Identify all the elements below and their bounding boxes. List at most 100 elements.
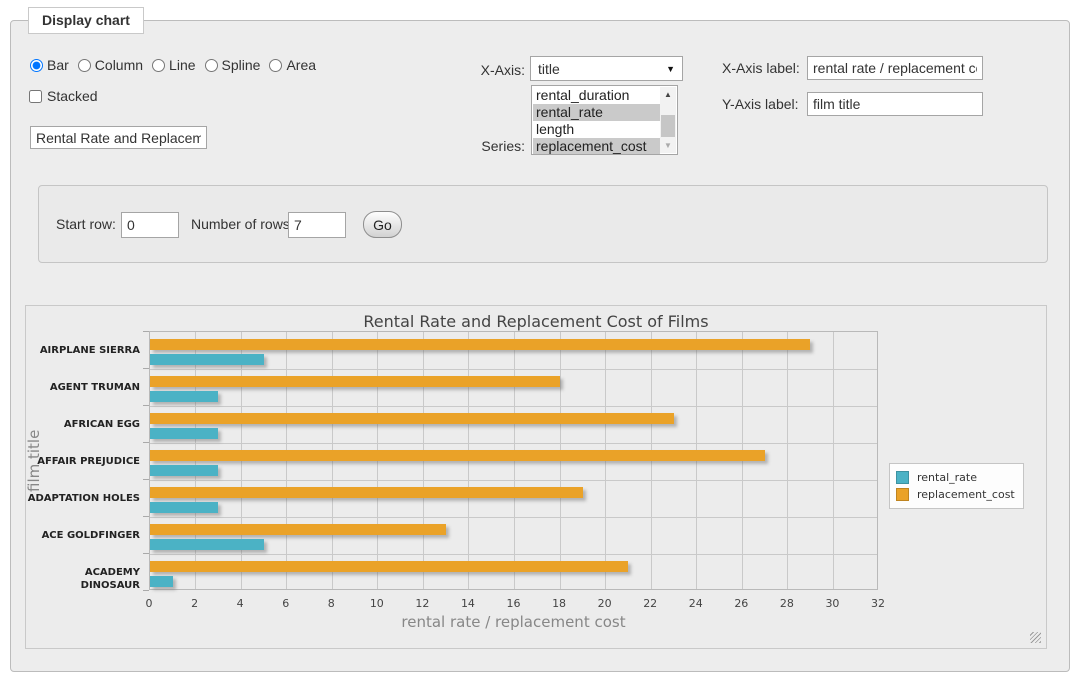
x-tick-label: 12 (407, 597, 437, 610)
bar-replacement_cost (150, 450, 765, 461)
chart-type-option-area[interactable]: Area (269, 57, 316, 73)
x-tick-label: 2 (180, 597, 210, 610)
chart-type-label: Spline (222, 57, 261, 73)
scrollbar-up-arrow-icon[interactable]: ▲ (660, 87, 676, 102)
bar-replacement_cost (150, 524, 446, 535)
start-row-label: Start row: (56, 216, 116, 232)
chart-title: Rental Rate and Replacement Cost of Film… (26, 312, 1046, 331)
y-axis-tick (143, 553, 149, 554)
chart-x-axis-label: rental rate / replacement cost (149, 613, 878, 631)
stacked-checkbox-row[interactable]: Stacked (29, 88, 98, 104)
x-tick-label: 14 (453, 597, 483, 610)
start-row-input[interactable] (121, 212, 179, 238)
x-axis-label-label: X-Axis label: (722, 60, 800, 76)
bar-rental_rate (150, 465, 218, 476)
rows-panel: Start row: Number of rows: Go (38, 185, 1048, 263)
chart-resize-handle-icon[interactable] (1030, 632, 1041, 643)
series-option-rental_duration[interactable]: rental_duration (533, 87, 660, 104)
gridline (150, 406, 877, 407)
x-tick-label: 6 (271, 597, 301, 610)
chart-type-label: Bar (47, 57, 69, 73)
chart-type-radio-line[interactable] (152, 59, 165, 72)
bar-rental_rate (150, 576, 173, 587)
x-axis-select[interactable]: title ▼ (530, 56, 683, 81)
category-label: ADAPTATION HOLES (26, 492, 140, 505)
chart-title-input[interactable] (30, 126, 207, 149)
bar-replacement_cost (150, 487, 583, 498)
bar-replacement_cost (150, 376, 560, 387)
chart-type-radio-group: Bar Column Line Spline Area (30, 57, 325, 73)
chart-type-option-column[interactable]: Column (78, 57, 143, 73)
y-axis-label-input[interactable] (807, 92, 983, 116)
x-tick-label: 26 (726, 597, 756, 610)
bar-replacement_cost (150, 413, 674, 424)
gridline (787, 332, 788, 589)
go-button[interactable]: Go (363, 211, 402, 238)
category-label: AGENT TRUMAN (26, 381, 140, 394)
x-tick-label: 20 (590, 597, 620, 610)
stacked-label: Stacked (47, 88, 98, 104)
x-tick-label: 10 (362, 597, 392, 610)
legend-swatch (896, 471, 909, 484)
x-tick-label: 4 (225, 597, 255, 610)
chart-type-radio-area[interactable] (269, 59, 282, 72)
x-axis-select-label: X-Axis: (445, 62, 525, 78)
chart-plot-area (149, 331, 878, 590)
bar-rental_rate (150, 539, 264, 550)
y-axis-label-label: Y-Axis label: (722, 96, 799, 112)
bar-replacement_cost (150, 561, 628, 572)
chart: Rental Rate and Replacement Cost of Film… (25, 305, 1047, 649)
chart-type-radio-bar[interactable] (30, 59, 43, 72)
y-axis-tick (143, 331, 149, 332)
gridline (150, 369, 877, 370)
gridline (150, 443, 877, 444)
chart-type-label: Column (95, 57, 143, 73)
legend-item-replacement_cost: replacement_cost (896, 486, 1015, 503)
series-option-rental_rate[interactable]: rental_rate (533, 104, 660, 121)
scrollbar-thumb[interactable] (661, 115, 675, 137)
bar-replacement_cost (150, 339, 810, 350)
chart-type-option-bar[interactable]: Bar (30, 57, 69, 73)
series-option-replacement_cost[interactable]: replacement_cost (533, 138, 660, 155)
series-options: rental_durationrental_ratelengthreplacem… (533, 87, 660, 155)
scrollbar-down-arrow-icon[interactable]: ▼ (660, 138, 676, 153)
series-listbox-scrollbar[interactable]: ▲ ▼ (660, 87, 676, 153)
x-tick-label: 18 (544, 597, 574, 610)
gridline (150, 554, 877, 555)
chart-type-label: Line (169, 57, 195, 73)
legend-label: rental_rate (917, 471, 977, 484)
page: Display chart Bar Column Line Spline Area St… (0, 0, 1081, 681)
series-option-length[interactable]: length (533, 121, 660, 138)
category-label: AIRPLANE SIERRA (26, 344, 140, 357)
chart-type-label: Area (286, 57, 316, 73)
stacked-checkbox[interactable] (29, 90, 42, 103)
x-tick-label: 24 (681, 597, 711, 610)
x-axis-select-value: title (538, 61, 560, 77)
number-of-rows-label: Number of rows: (191, 216, 294, 232)
number-of-rows-input[interactable] (288, 212, 346, 238)
x-tick-label: 22 (635, 597, 665, 610)
chart-type-radio-spline[interactable] (205, 59, 218, 72)
fieldset-legend: Display chart (28, 7, 144, 34)
y-axis-tick (143, 368, 149, 369)
chart-type-option-spline[interactable]: Spline (205, 57, 261, 73)
x-tick-label: 28 (772, 597, 802, 610)
series-select-label: Series: (445, 138, 525, 154)
bar-rental_rate (150, 502, 218, 513)
x-tick-label: 8 (316, 597, 346, 610)
x-axis-label-input[interactable] (807, 56, 983, 80)
x-tick-label: 0 (134, 597, 164, 610)
chart-type-radio-column[interactable] (78, 59, 91, 72)
y-axis-tick (143, 405, 149, 406)
category-label: AFRICAN EGG (26, 418, 140, 431)
gridline (833, 332, 834, 589)
bar-rental_rate (150, 428, 218, 439)
chart-legend: rental_rate replacement_cost (889, 463, 1024, 509)
bar-rental_rate (150, 354, 264, 365)
category-label: AFFAIR PREJUDICE (26, 455, 140, 468)
gridline (150, 480, 877, 481)
series-listbox[interactable]: rental_durationrental_ratelengthreplacem… (531, 85, 678, 155)
chart-type-option-line[interactable]: Line (152, 57, 195, 73)
x-tick-label: 30 (817, 597, 847, 610)
bar-rental_rate (150, 391, 218, 402)
